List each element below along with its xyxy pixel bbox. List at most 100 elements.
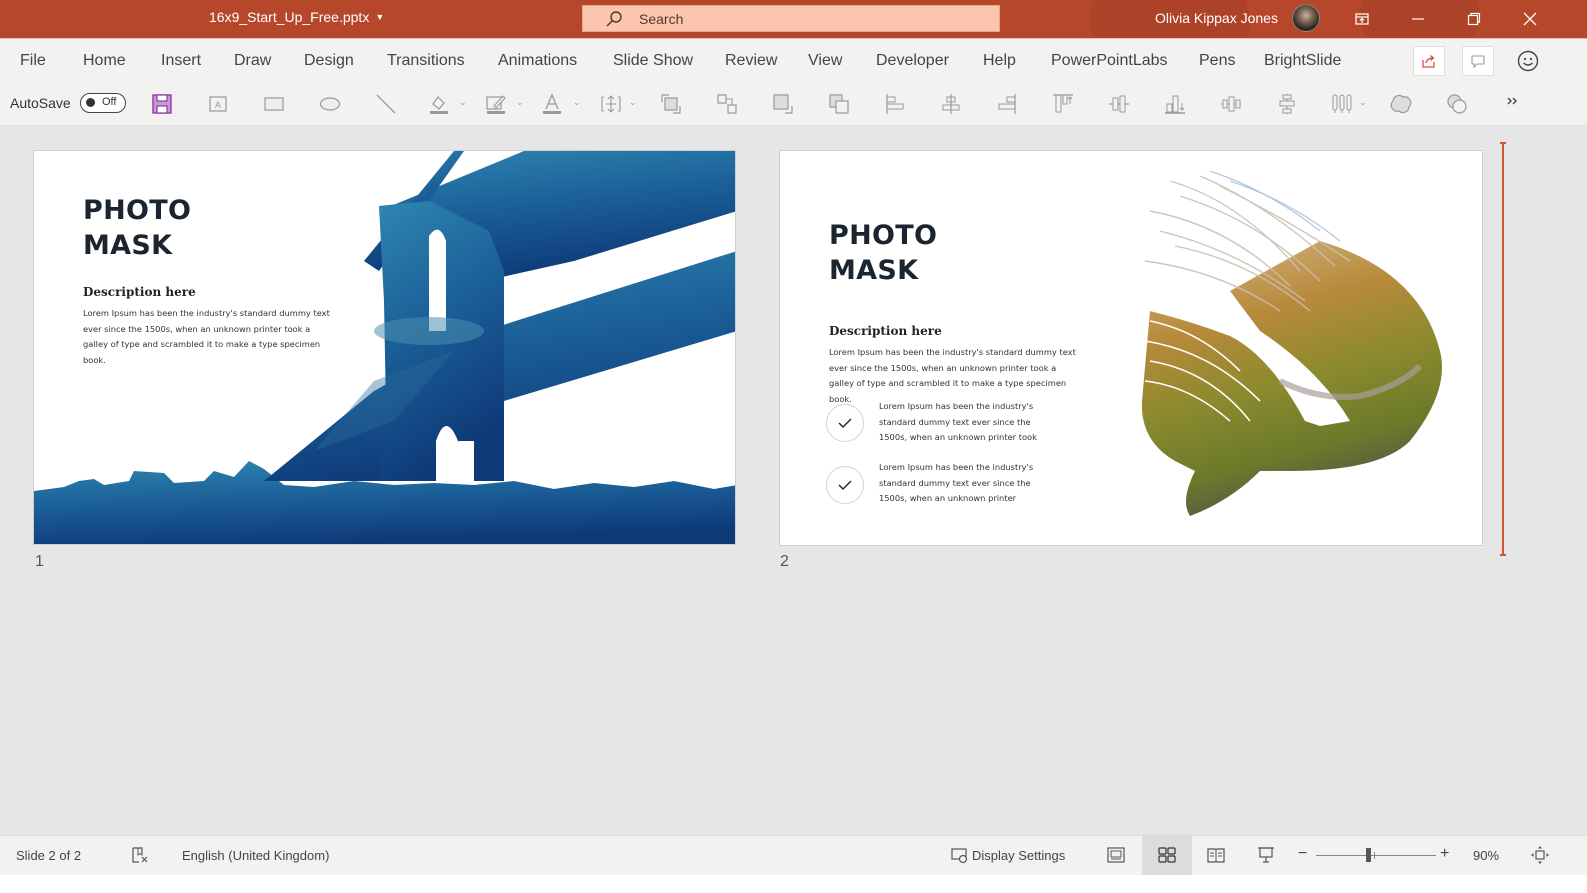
ribbon-display-icon xyxy=(1355,13,1369,25)
merge-combine-button[interactable] xyxy=(1445,92,1469,116)
tab-home[interactable]: Home xyxy=(83,52,126,70)
shape-outline-button[interactable] xyxy=(484,92,508,116)
display-settings-icon-wrap[interactable] xyxy=(950,845,970,865)
tab-view[interactable]: View xyxy=(808,52,842,70)
language-indicator[interactable]: English (United Kingdom) xyxy=(182,848,329,863)
autosave-state: Off xyxy=(102,96,117,108)
align-middle-button[interactable] xyxy=(1107,92,1131,116)
reading-view-icon xyxy=(1207,848,1225,863)
title-line-1: PHOTO xyxy=(829,220,938,251)
zoom-out-button[interactable]: − xyxy=(1298,845,1307,863)
document-title: 16x9_Start_Up_Free.pptx xyxy=(209,9,370,25)
shape-fill-icon xyxy=(430,96,448,114)
send-to-back-button[interactable] xyxy=(827,92,851,116)
slide-show-button[interactable] xyxy=(1256,845,1276,865)
shape-outline-icon xyxy=(486,95,506,114)
comment-icon xyxy=(1471,55,1485,69)
tab-pens[interactable]: Pens xyxy=(1199,52,1235,70)
minimize-button[interactable] xyxy=(1395,0,1441,38)
size-position-icon xyxy=(601,95,621,113)
slide-1-subtitle: Description here xyxy=(83,285,196,299)
slide-sorter-view-button[interactable] xyxy=(1157,845,1177,865)
font-color-dropdown[interactable]: ⌄ xyxy=(573,97,581,109)
save-button[interactable] xyxy=(150,92,174,116)
zoom-slider-thumb[interactable] xyxy=(1366,848,1371,862)
title-line-2: MASK xyxy=(83,230,173,261)
slide-thumbnail-1[interactable]: PHOTO MASK Description here Lorem Ipsum … xyxy=(33,150,736,545)
comments-button[interactable] xyxy=(1462,46,1494,76)
search-input[interactable] xyxy=(639,10,979,27)
accessibility-check-button[interactable] xyxy=(130,845,150,865)
shape-fill-dropdown[interactable]: ⌄ xyxy=(459,97,467,109)
feedback-smiley-icon[interactable] xyxy=(1516,49,1540,73)
size-position-button[interactable] xyxy=(599,92,623,116)
tab-slide-show[interactable]: Slide Show xyxy=(613,52,693,70)
autosave-toggle[interactable]: Off xyxy=(80,93,126,113)
restore-button[interactable] xyxy=(1451,0,1497,38)
search-box[interactable] xyxy=(582,5,1000,32)
zoom-level[interactable]: 90% xyxy=(1473,848,1499,863)
columns-dropdown[interactable]: ⌄ xyxy=(1359,97,1367,109)
font-color-button[interactable] xyxy=(540,92,564,116)
align-top-icon xyxy=(1053,94,1073,113)
tab-powerpointlabs[interactable]: PowerPointLabs xyxy=(1051,52,1168,70)
ribbon-display-options-button[interactable] xyxy=(1339,0,1385,38)
shape-fill-button[interactable] xyxy=(427,92,451,116)
align-left-button[interactable] xyxy=(883,92,907,116)
tab-animations[interactable]: Animations xyxy=(498,52,577,70)
close-button[interactable] xyxy=(1507,0,1553,38)
status-bar: Slide 2 of 2 English (United Kingdom) Di… xyxy=(0,835,1587,876)
share-button[interactable] xyxy=(1413,46,1445,76)
merge-union-button[interactable] xyxy=(1389,92,1413,116)
send-backward-button[interactable] xyxy=(771,92,795,116)
slide-position: Slide 2 of 2 xyxy=(16,848,82,863)
line-button[interactable] xyxy=(374,92,398,116)
rectangle-button[interactable] xyxy=(262,92,286,116)
tab-transitions[interactable]: Transitions xyxy=(387,52,465,70)
avatar[interactable] xyxy=(1292,4,1320,32)
slide-thumbnail-2[interactable]: PHOTO MASK Description here Lorem Ipsum … xyxy=(779,150,1483,546)
reading-view-button[interactable] xyxy=(1206,845,1226,865)
search-icon xyxy=(606,10,622,26)
align-right-button[interactable] xyxy=(995,92,1019,116)
more-commands-button[interactable] xyxy=(1500,92,1524,116)
restore-icon xyxy=(1467,12,1481,26)
align-center-button[interactable] xyxy=(939,92,963,116)
tab-help[interactable]: Help xyxy=(983,52,1016,70)
text-box-button[interactable]: A xyxy=(206,92,230,116)
tab-developer[interactable]: Developer xyxy=(876,52,949,70)
checkmark-icon xyxy=(838,418,852,428)
align-top-button[interactable] xyxy=(1051,92,1075,116)
align-bottom-button[interactable] xyxy=(1163,92,1187,116)
zoom-in-button[interactable]: + xyxy=(1440,845,1449,863)
presentation-icon xyxy=(1258,847,1274,863)
shape-outline-dropdown[interactable]: ⌄ xyxy=(516,97,524,109)
landscape-brush-mask xyxy=(1141,171,1442,516)
document-title-dropdown[interactable]: 16x9_Start_Up_Free.pptx ▼ xyxy=(209,9,384,25)
user-name[interactable]: Olivia Kippax Jones xyxy=(1155,10,1278,26)
tab-design[interactable]: Design xyxy=(304,52,354,70)
slide-sorter-icon xyxy=(1158,847,1176,863)
slide-number-1: 1 xyxy=(35,553,44,570)
checkmark-icon xyxy=(838,480,852,490)
group-button[interactable] xyxy=(715,92,739,116)
tab-file[interactable]: File xyxy=(20,52,46,70)
tab-insert[interactable]: Insert xyxy=(161,52,201,70)
fit-slide-button[interactable] xyxy=(1530,845,1550,865)
bring-forward-button[interactable] xyxy=(659,92,683,116)
text-box-icon: A xyxy=(209,96,227,112)
normal-view-button[interactable] xyxy=(1106,845,1126,865)
tab-review[interactable]: Review xyxy=(725,52,777,70)
columns-button[interactable] xyxy=(1330,92,1354,116)
powerpoint-window: 16x9_Start_Up_Free.pptx ▼ Olivia Kippax J… xyxy=(0,0,1587,893)
display-settings-button[interactable]: Display Settings xyxy=(972,848,1065,863)
autosave-label: AutoSave xyxy=(10,95,71,111)
oval-button[interactable] xyxy=(318,92,342,116)
distribute-vertically-button[interactable] xyxy=(1275,92,1299,116)
tab-draw[interactable]: Draw xyxy=(234,52,271,70)
zoom-slider-track[interactable] xyxy=(1316,855,1436,856)
size-position-dropdown[interactable]: ⌄ xyxy=(629,97,637,109)
save-icon xyxy=(152,94,172,114)
distribute-horizontally-button[interactable] xyxy=(1219,92,1243,116)
tab-brightslide[interactable]: BrightSlide xyxy=(1264,52,1341,70)
